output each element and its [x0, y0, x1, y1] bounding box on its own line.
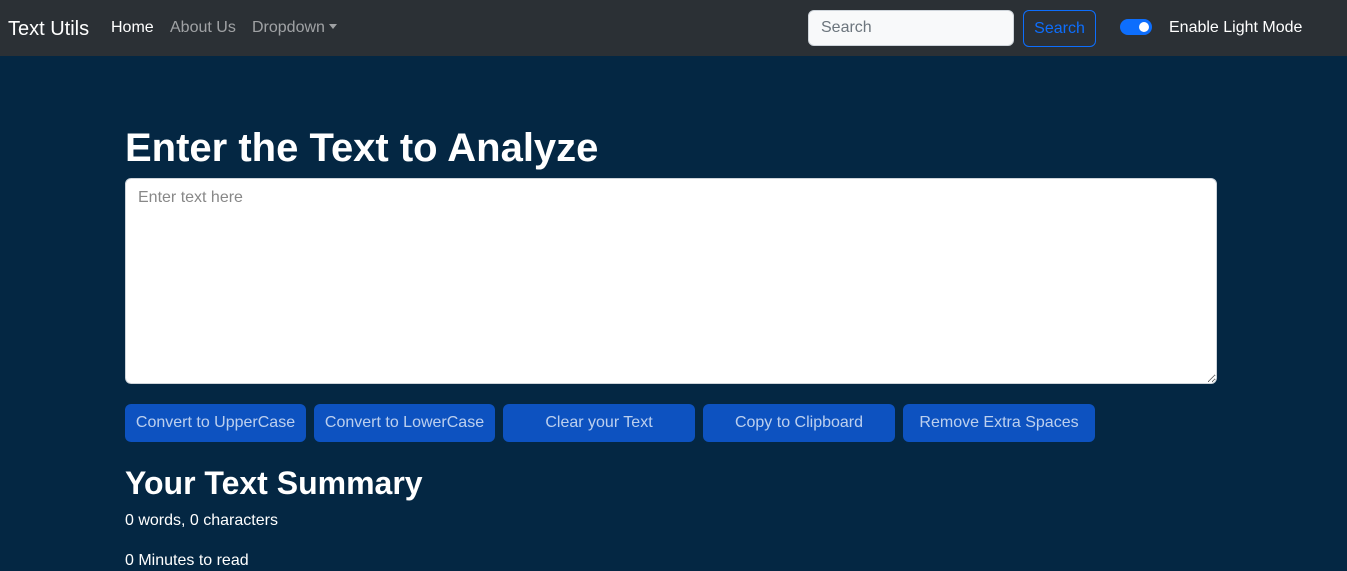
search-button[interactable]: Search	[1023, 10, 1096, 47]
navbar: Text Utils Home About Us Dropdown Search…	[0, 0, 1347, 56]
remove-spaces-button[interactable]: Remove Extra Spaces	[903, 404, 1095, 442]
read-time: 0 Minutes to read	[125, 552, 249, 569]
toggle-knob	[1139, 22, 1149, 32]
summary-heading: Your Text Summary	[125, 465, 423, 501]
nav-dropdown-toggle[interactable]: Dropdown	[252, 18, 337, 38]
lowercase-button[interactable]: Convert to LowerCase	[314, 404, 495, 442]
nav-dropdown-label: Dropdown	[252, 19, 325, 36]
brand-link[interactable]: Text Utils	[8, 15, 89, 43]
page-title: Enter the Text to Analyze	[125, 126, 599, 170]
nav-link-home[interactable]: Home	[111, 18, 154, 38]
word-char-count: 0 words, 0 characters	[125, 512, 278, 529]
nav-link-about[interactable]: About Us	[170, 18, 236, 38]
uppercase-button[interactable]: Convert to UpperCase	[125, 404, 306, 442]
caret-down-icon	[328, 24, 337, 29]
light-mode-toggle[interactable]	[1120, 19, 1152, 35]
search-input[interactable]	[808, 10, 1014, 46]
light-mode-label[interactable]: Enable Light Mode	[1169, 18, 1302, 38]
clear-text-button[interactable]: Clear your Text	[503, 404, 695, 442]
copy-clipboard-button[interactable]: Copy to Clipboard	[703, 404, 895, 442]
text-input-area[interactable]	[125, 178, 1217, 384]
